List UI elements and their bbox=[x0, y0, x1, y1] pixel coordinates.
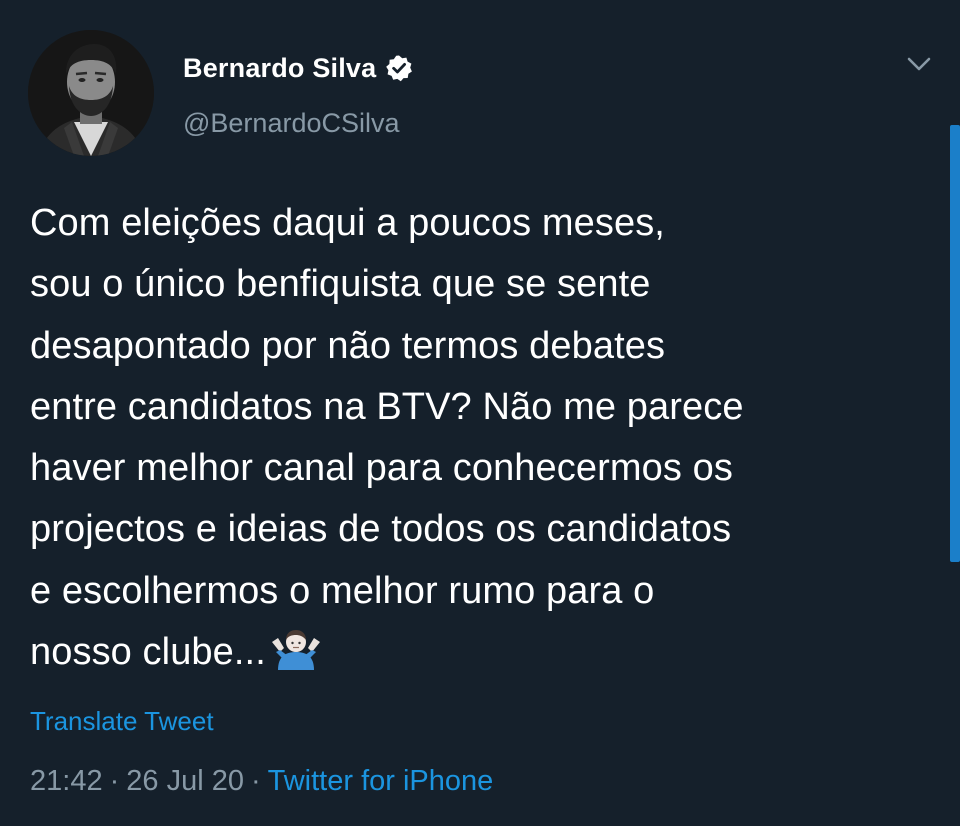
tweet-text-last-line: nosso clube... bbox=[30, 622, 930, 683]
tweet-source-link[interactable]: Twitter for iPhone bbox=[268, 765, 494, 797]
man-shrugging-emoji-icon bbox=[268, 628, 324, 671]
scrollbar[interactable] bbox=[950, 125, 960, 562]
tweet-text-line: haver melhor canal para conhecermos os bbox=[30, 447, 733, 490]
meta-separator: · bbox=[109, 765, 120, 797]
tweet-text-line: sou o único benfiquista que se sente bbox=[30, 263, 651, 306]
author-name-row[interactable]: Bernardo Silva bbox=[183, 50, 413, 86]
verified-badge-icon bbox=[385, 54, 413, 82]
tweet-text-line: nosso clube... bbox=[30, 631, 266, 674]
tweet-card: Bernardo Silva @BernardoCSilva Com eleiç… bbox=[0, 0, 960, 826]
tweet-time: 21:42 bbox=[30, 765, 103, 797]
chevron-down-icon[interactable] bbox=[905, 54, 933, 74]
author-display-name[interactable]: Bernardo Silva bbox=[183, 53, 376, 84]
tweet-text-line: projectos e ideias de todos os candidato… bbox=[30, 508, 732, 551]
tweet-date: 26 Jul 20 bbox=[126, 765, 244, 797]
tweet-text-line: entre candidatos na BTV? Não me parece bbox=[30, 385, 744, 428]
meta-separator: · bbox=[250, 765, 261, 797]
tweet-meta: 21:42 · 26 Jul 20 · Twitter for iPhone bbox=[30, 765, 493, 798]
avatar[interactable] bbox=[28, 30, 154, 156]
tweet-text-line: e escolhermos o melhor rumo para o bbox=[30, 569, 655, 612]
tweet-text: Com eleições daqui a poucos meses, sou o… bbox=[30, 193, 930, 683]
author-handle[interactable]: @BernardoCSilva bbox=[183, 108, 400, 139]
tweet-text-line: Com eleições daqui a poucos meses, bbox=[30, 202, 665, 244]
translate-tweet-link[interactable]: Translate Tweet bbox=[30, 706, 214, 737]
tweet-text-line: desapontado por não termos debates bbox=[30, 324, 666, 367]
